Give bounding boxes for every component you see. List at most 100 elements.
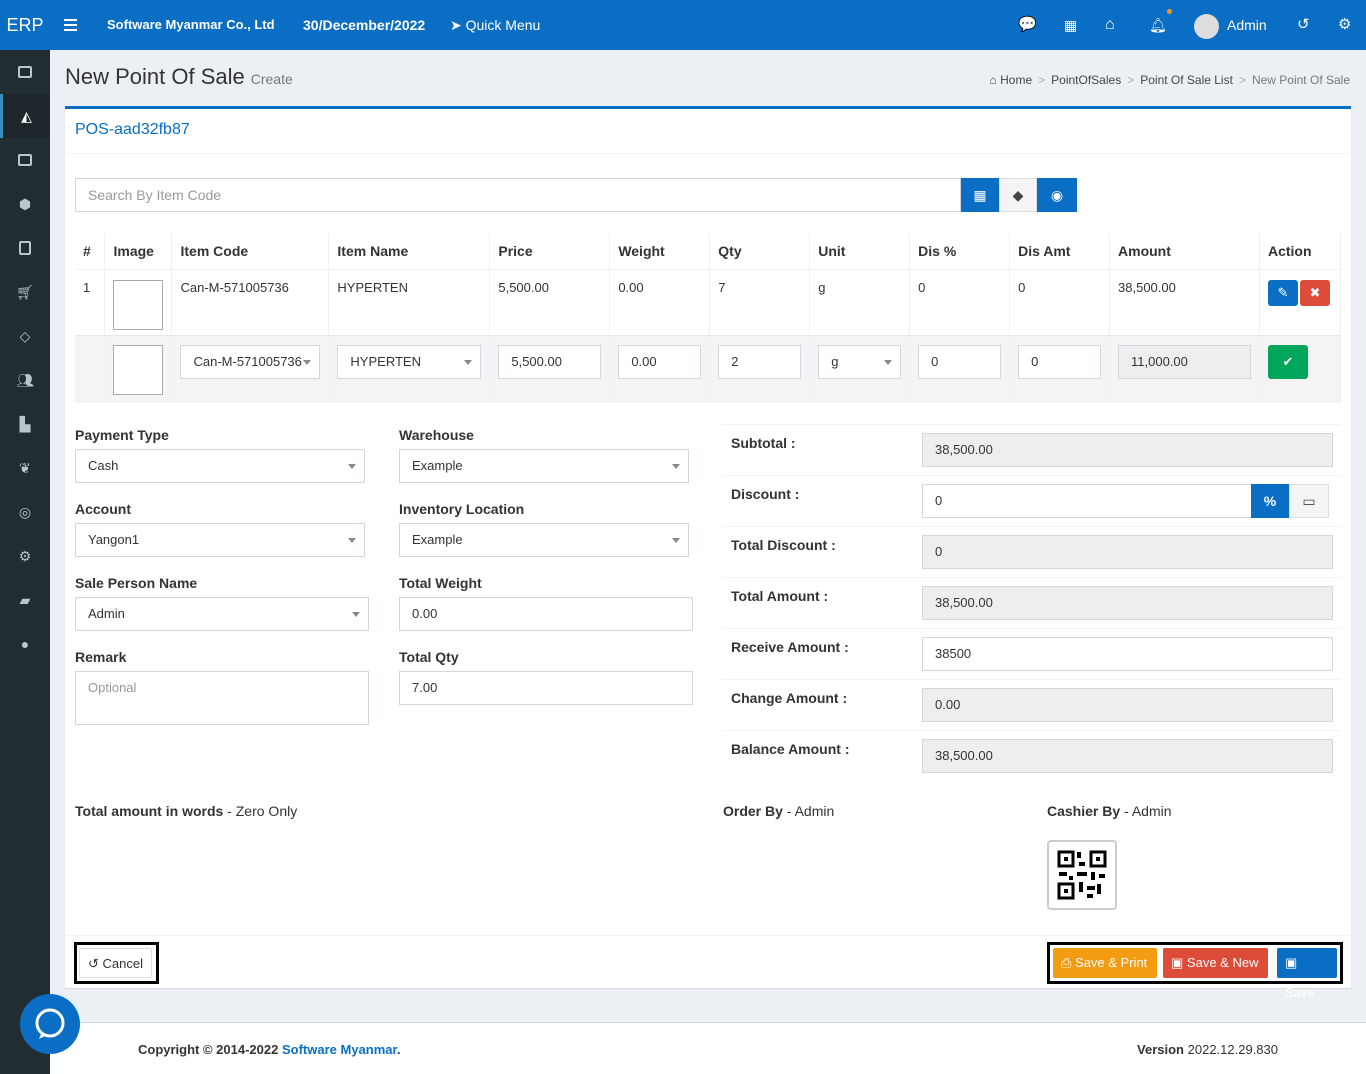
breadcrumb-pointofsales[interactable]: PointOfSales	[1051, 73, 1121, 87]
gear-icon[interactable]: ⚙	[1338, 0, 1351, 50]
payment-type-select[interactable]: Cash	[75, 449, 365, 483]
save-button[interactable]: ▣ Save	[1277, 948, 1337, 1000]
sidebar-item-diamond[interactable]: ◇	[0, 314, 50, 358]
barcode-button[interactable]: ▦	[961, 178, 999, 212]
sidebar-item-comment[interactable]: ●	[0, 622, 50, 666]
diamond-icon: ◇	[19, 327, 31, 344]
company-name[interactable]: Software Myanmar Co., Ltd	[107, 0, 275, 50]
balance-amount-field: 38,500.00	[922, 739, 1333, 773]
confirm-button[interactable]: ✔	[1267, 344, 1308, 379]
breadcrumb-current: New Point Of Sale	[1251, 73, 1350, 87]
version-label: Version	[1137, 1042, 1184, 1057]
chevron-down-icon	[348, 538, 356, 543]
sidebar-item-book[interactable]: ▰	[0, 578, 50, 622]
industry-icon: ▙	[19, 415, 31, 432]
breadcrumb-home[interactable]: Home	[1000, 73, 1032, 87]
col-header: Image	[104, 233, 173, 269]
clipboard-icon	[19, 241, 31, 255]
item-weight: 0.00	[609, 268, 711, 335]
sidebar-item-support[interactable]: ◎	[0, 490, 50, 534]
col-header: Item Code	[171, 233, 330, 269]
sidebar-item-leaf[interactable]: ❦	[0, 446, 50, 490]
cashier-by: Cashier By - Admin	[1047, 803, 1172, 819]
item-code-select[interactable]: Can-M-571005736	[180, 344, 321, 379]
sidebar-item-cart[interactable]: 🛒︎	[0, 270, 50, 314]
total-discount-row: Total Discount : 0	[721, 526, 1341, 577]
discount-row: Discount : 0 % ▭	[721, 475, 1341, 526]
price-input[interactable]: 5,500.00	[498, 344, 602, 379]
home-icon[interactable]: ⌂	[1105, 0, 1115, 50]
history-icon[interactable]: ↺	[1297, 0, 1310, 50]
life-ring-icon: ◎	[18, 503, 32, 520]
calculator-icon	[18, 66, 32, 78]
breadcrumb: ⌂ Home > PointOfSales > Point Of Sale List > N…	[989, 73, 1350, 87]
account-label: Account	[75, 501, 131, 517]
save-new-button[interactable]: ▣ Save & New	[1163, 948, 1268, 978]
user-menu[interactable]: Admin	[1194, 0, 1267, 50]
sidebar-item-settings[interactable]: ⚙	[0, 534, 50, 578]
discount-label: Discount :	[731, 486, 800, 502]
item-name-select[interactable]: HYPERTEN	[337, 344, 482, 379]
current-date: 30/December/2022	[303, 17, 426, 33]
building-icon[interactable]: ▦	[1064, 0, 1077, 50]
bell-icon[interactable]: 🔔︎	[1149, 0, 1172, 50]
item-dis-pct: 0	[909, 268, 1011, 335]
dis-amt-input[interactable]: 0	[1018, 344, 1102, 379]
col-header: Qty	[709, 233, 811, 269]
barcode-icon: ▦	[973, 186, 987, 203]
col-header: Dis Amt	[1009, 233, 1111, 269]
sidebar: ◭ ⬢ 🛒︎ ◇ 👥︎ ▙ ❦ ◎ ⚙ ▰ ●	[0, 50, 50, 1074]
subtotal-field: 38,500.00	[922, 433, 1333, 467]
company-link[interactable]: Software Myanmar	[282, 1042, 397, 1057]
hamburger-menu-icon[interactable]	[64, 19, 77, 31]
sidebar-item-calculator[interactable]	[0, 50, 50, 94]
chat-icon[interactable]: 💬	[1018, 0, 1037, 50]
sidebar-item-industry[interactable]: ▙	[0, 402, 50, 446]
inventory-location-select[interactable]: Example	[399, 523, 689, 557]
money-icon: ▭	[1302, 493, 1316, 509]
camera-button[interactable]: ◉	[1037, 178, 1077, 212]
breadcrumb-pos-list[interactable]: Point Of Sale List	[1140, 73, 1233, 87]
save-print-button[interactable]: ⎙ Save & Print	[1053, 948, 1157, 978]
remark-textarea[interactable]: Optional	[75, 671, 369, 725]
account-select[interactable]: Yangon1	[75, 523, 365, 557]
warehouse-select[interactable]: Example	[399, 449, 689, 483]
unit-select[interactable]: g	[818, 344, 902, 379]
sidebar-item-clipboard[interactable]	[0, 226, 50, 270]
cancel-button[interactable]: ↺ Cancel	[79, 948, 152, 978]
entry-row: Can-M-571005736 HYPERTEN 5,500.00 0.00 2…	[75, 334, 1342, 403]
total-weight-input[interactable]: 0.00	[399, 597, 693, 631]
sidebar-item-users[interactable]: 👥︎	[0, 358, 50, 402]
weight-input[interactable]: 0.00	[618, 344, 702, 379]
discount-percent-button[interactable]: %	[1251, 484, 1289, 518]
receive-amount-input[interactable]: 38500	[922, 637, 1333, 671]
quick-menu[interactable]: ➤ Quick Menu	[450, 0, 540, 50]
sidebar-item-sales[interactable]: ◭	[0, 94, 50, 138]
edit-button[interactable]: ✎	[1267, 279, 1298, 306]
save-new-label: Save & New	[1186, 955, 1259, 970]
tag-button[interactable]: ◆	[999, 178, 1037, 212]
app-logo[interactable]: ERP	[0, 0, 50, 50]
balance-amount-row: Balance Amount : 38,500.00	[721, 730, 1341, 781]
sidebar-item-card[interactable]	[0, 138, 50, 182]
cancel-label: Cancel	[102, 956, 143, 971]
delete-button[interactable]: ✖	[1299, 279, 1330, 306]
sale-person-select[interactable]: Admin	[75, 597, 369, 631]
dis-pct-input[interactable]: 0	[918, 344, 1002, 379]
discount-input[interactable]: 0	[922, 484, 1252, 518]
col-header: Action	[1259, 233, 1342, 269]
qty-input[interactable]: 2	[718, 344, 802, 379]
home-icon: ⌂	[989, 73, 997, 87]
total-amount-row: Total Amount : 38,500.00	[721, 577, 1341, 628]
chat-widget-button[interactable]	[20, 994, 80, 1054]
discount-amount-button[interactable]: ▭	[1289, 484, 1329, 518]
total-qty-input[interactable]: 7.00	[399, 671, 693, 705]
entry-item-image	[113, 344, 164, 395]
cube-icon: ⬢	[18, 195, 32, 212]
leaf-icon: ❦	[19, 459, 31, 476]
search-input[interactable]: Search By Item Code	[75, 178, 961, 212]
item-qty: 7	[709, 268, 811, 335]
order-by-label: Order By	[723, 803, 783, 819]
sidebar-item-product[interactable]: ⬢	[0, 182, 50, 226]
chevron-down-icon	[672, 538, 680, 543]
